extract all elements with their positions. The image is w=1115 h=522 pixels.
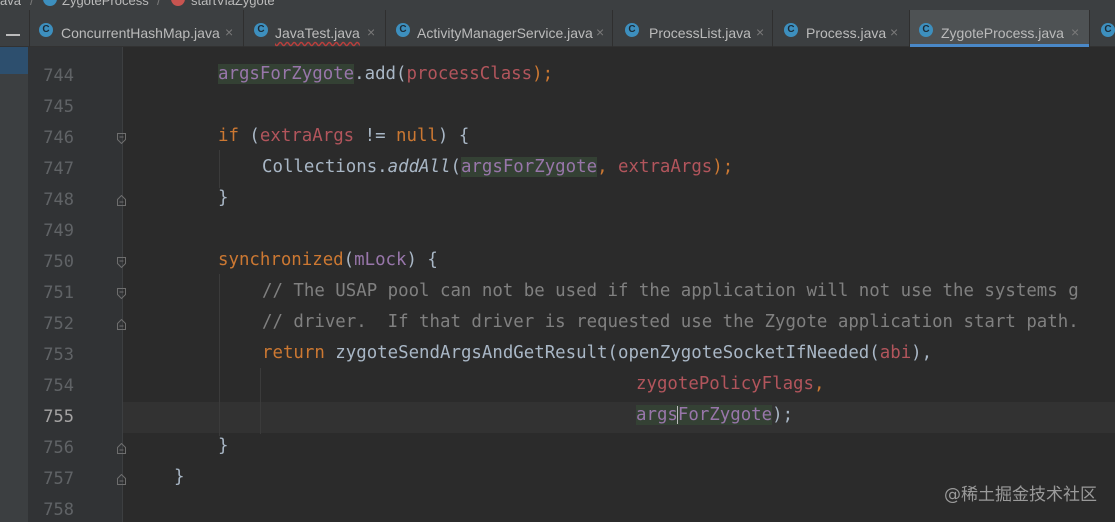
fold-open-icon[interactable] [117, 133, 126, 144]
line-number: 749 [43, 221, 74, 241]
line-number: 744 [43, 66, 74, 86]
code-line-753[interactable]: return zygoteSendArgsAndGetResult(openZy… [262, 343, 932, 363]
code-line-757[interactable]: } [174, 467, 184, 487]
fold-open-icon[interactable] [117, 257, 126, 268]
breadcrumb-item-module[interactable]: ava [0, 0, 21, 8]
current-line-number: 755 [43, 407, 74, 427]
tab-label: ConcurrentHashMap.java [61, 25, 220, 41]
line-number: 745 [43, 97, 74, 117]
selected-project-item[interactable] [0, 47, 28, 74]
current-line-highlight [123, 402, 1115, 433]
line-number: 754 [43, 376, 74, 396]
class-icon [43, 0, 57, 6]
indent-guide [219, 274, 220, 436]
code-line-755[interactable]: argsForZygote); [636, 405, 793, 425]
fold-open-icon[interactable] [117, 288, 126, 299]
fold-close-icon[interactable] [117, 195, 126, 206]
tab-process[interactable]: C Process.java × [773, 10, 910, 47]
breadcrumb-separator: / [157, 0, 161, 8]
class-icon: C [254, 23, 268, 37]
class-icon: C [1101, 23, 1115, 37]
tab-activitymanagerservice[interactable]: C ActivityManagerService.java × [386, 10, 613, 47]
breadcrumb-separator: / [30, 0, 34, 8]
close-icon[interactable]: × [890, 24, 898, 40]
code-line-750[interactable]: synchronized(mLock) { [218, 250, 438, 270]
fold-close-icon[interactable] [117, 443, 126, 454]
tab-label: ZygoteProcess.java [941, 25, 1064, 41]
tab-overflow[interactable]: C [1090, 10, 1115, 47]
editor-tab-bar: C ConcurrentHashMap.java × C JavaTest.ja… [0, 10, 1115, 47]
method-icon [171, 0, 185, 6]
breadcrumb-item-method[interactable]: startViaZygote [191, 0, 275, 8]
close-icon[interactable]: × [596, 24, 604, 40]
code-line-746[interactable]: if (extraArgs != null) { [218, 126, 469, 146]
tab-label: Process.java [806, 25, 887, 41]
line-number: 753 [43, 345, 74, 365]
tab-zygoteprocess[interactable]: C ZygoteProcess.java × [910, 10, 1090, 47]
tab-processlist[interactable]: C ProcessList.java × [613, 10, 773, 47]
fold-close-icon[interactable] [117, 319, 126, 330]
breadcrumb-item-class[interactable]: ZygoteProcess [62, 0, 149, 8]
class-icon: C [396, 23, 410, 37]
code-line-756[interactable]: } [218, 436, 228, 456]
line-number: 751 [43, 283, 74, 303]
indent-guide [260, 368, 261, 434]
tab-label: ProcessList.java [649, 25, 751, 41]
close-icon[interactable]: × [756, 24, 764, 40]
breadcrumb: ava / ZygoteProcess / startViaZygote [0, 0, 1115, 10]
close-icon[interactable]: × [1071, 24, 1079, 40]
line-number: 746 [43, 128, 74, 148]
line-number: 758 [43, 500, 74, 520]
close-icon[interactable]: × [225, 24, 233, 40]
line-number: 748 [43, 190, 74, 210]
code-line-752[interactable]: // driver. If that driver is requested u… [262, 312, 1079, 332]
line-number: 756 [43, 438, 74, 458]
fold-close-icon[interactable] [117, 474, 126, 485]
code-line-748[interactable]: } [218, 188, 228, 208]
code-line-754[interactable]: zygotePolicyFlags, [636, 374, 824, 394]
line-number: 747 [43, 159, 74, 179]
close-icon[interactable]: × [367, 24, 375, 40]
tab-list-menu-icon[interactable] [0, 10, 30, 47]
class-icon: C [919, 23, 933, 37]
project-panel-strip [0, 47, 28, 522]
class-icon: C [625, 23, 639, 37]
watermark: @稀土掘金技术社区 [944, 485, 1097, 505]
code-line-751[interactable]: // The USAP pool can not be used if the … [262, 281, 1079, 301]
line-number: 752 [43, 314, 74, 334]
line-number: 757 [43, 469, 74, 489]
tab-label: JavaTest.java [275, 25, 360, 41]
class-icon: C [39, 23, 53, 37]
tab-javatest[interactable]: C JavaTest.java × [244, 10, 386, 47]
indent-guide [219, 150, 220, 188]
tab-concurrenthashmap[interactable]: C ConcurrentHashMap.java × [30, 10, 244, 47]
code-line-744[interactable]: argsForZygote.add(processClass); [218, 64, 553, 84]
tab-label: ActivityManagerService.java [417, 25, 593, 41]
code-line-747[interactable]: Collections.addAll(argsForZygote, extraA… [262, 157, 733, 177]
class-icon: C [784, 23, 798, 37]
line-number: 750 [43, 252, 74, 272]
